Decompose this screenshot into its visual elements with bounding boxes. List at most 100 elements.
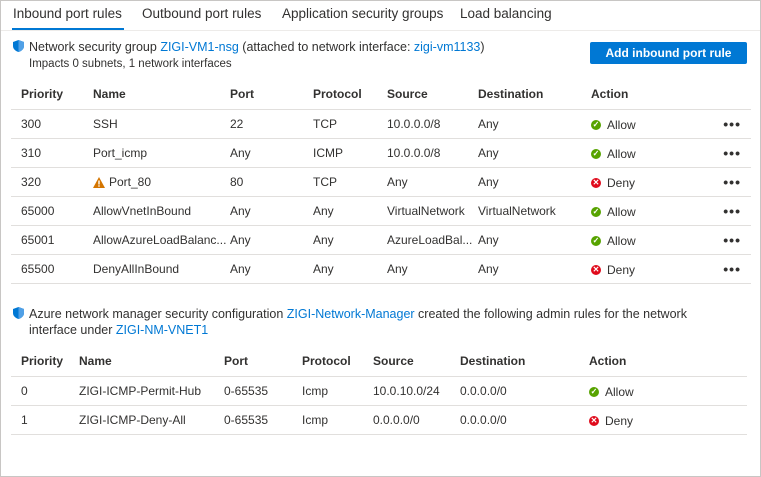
cell-protocol: TCP	[313, 109, 387, 139]
column-header-source[interactable]: Source	[387, 79, 478, 110]
cell-destination: Any	[478, 109, 591, 139]
tab-divider	[1, 30, 760, 31]
nsg-description: Network security group ZIGI-VM1-nsg (att…	[29, 40, 485, 54]
column-header-destination: Destination	[460, 354, 526, 368]
nsg-middle-text: (attached to network interface:	[238, 40, 414, 54]
cell-action: ✓ Allow	[591, 109, 691, 139]
check-circle-icon: ✓	[591, 120, 601, 130]
cell-action: ✓ Allow	[591, 225, 691, 255]
action-label: Deny	[605, 414, 634, 428]
column-header-action[interactable]: Action	[591, 79, 691, 110]
network-manager-description: Azure network manager security configura…	[29, 307, 687, 321]
vnet-link[interactable]: ZIGI-NM-VNET1	[116, 323, 208, 337]
more-options-icon[interactable]: •••	[691, 254, 751, 284]
column-header-protocol[interactable]: Protocol	[313, 79, 387, 110]
cell-action: ✕ Deny	[591, 254, 691, 284]
cell-destination: VirtualNetwork	[478, 196, 591, 226]
column-header-more	[691, 79, 751, 110]
action-label: Allow	[607, 147, 636, 161]
more-options-icon[interactable]: •••	[691, 109, 751, 139]
deny-status: ✕ Deny	[591, 176, 635, 190]
table-row[interactable]: 320 Port_80 80 TCP Any Any ✕ Deny •••	[11, 167, 751, 197]
table-row[interactable]: 310 Port_icmp Any ICMP 10.0.0.0/8 Any ✓ Allow ••…	[11, 138, 751, 168]
tab-outbound-port-rules[interactable]: Outbound port rules	[142, 6, 261, 21]
cell-action: ✕ Deny	[591, 167, 691, 197]
table-row[interactable]: 65001 AllowAzureLoadBalanc... Any Any AzureL…	[11, 225, 751, 255]
more-options-icon[interactable]: •••	[691, 196, 751, 226]
column-header-destination[interactable]: Destination	[478, 79, 591, 110]
rule-name: SSH	[93, 117, 118, 131]
action-label: Allow	[607, 118, 636, 132]
cell-priority: 65000	[11, 196, 93, 226]
deny-status: ✕ Deny	[591, 263, 635, 277]
column-header-priority[interactable]: Priority	[11, 79, 93, 110]
cell-priority: 65001	[11, 225, 93, 255]
check-circle-icon: ✓	[591, 149, 601, 159]
action-label: Deny	[607, 263, 636, 277]
table-row: 1 ZIGI-ICMP-Deny-All 0-65535 Icmp 0.0.0.0/0 0…	[11, 405, 747, 435]
rule-name: Port_icmp	[93, 146, 148, 160]
cell-name: Port_80	[93, 167, 230, 197]
tab-inbound-port-rules[interactable]: Inbound port rules	[13, 6, 122, 21]
cell-port: 0-65535	[224, 405, 302, 435]
column-header-name: Name	[79, 354, 112, 368]
rule-name: Port_80	[109, 175, 152, 189]
cell-protocol: Any	[313, 225, 387, 255]
cell-protocol: TCP	[313, 167, 387, 197]
network-manager-link[interactable]: ZIGI-Network-Manager	[287, 307, 415, 321]
column-header-port[interactable]: Port	[230, 79, 313, 110]
rule-name: DenyAllInBound	[93, 262, 180, 276]
shield-icon	[13, 40, 24, 52]
tab-load-balancing[interactable]: Load balancing	[460, 6, 552, 21]
table-row[interactable]: 300 SSH 22 TCP 10.0.0.0/8 Any ✓ Allow •••	[11, 109, 751, 139]
cell-destination: Any	[478, 138, 591, 168]
cell-destination: Any	[478, 225, 591, 255]
table-row[interactable]: 65000 AllowVnetInBound Any Any VirtualNetwor…	[11, 196, 751, 226]
cell-port: Any	[230, 196, 313, 226]
network-interface-link[interactable]: zigi-vm1133	[414, 40, 480, 54]
cell-protocol: Icmp	[302, 405, 373, 435]
tab-application-security-groups[interactable]: Application security groups	[282, 6, 443, 21]
column-header-protocol: Protocol	[302, 354, 351, 368]
shield-icon	[13, 307, 24, 319]
cell-port: 22	[230, 109, 313, 139]
inbound-rules-panel: Inbound port rules Outbound port rules A…	[0, 0, 761, 477]
cell-action: ✕ Deny	[589, 405, 747, 435]
column-header-name[interactable]: Name	[93, 79, 230, 110]
cell-priority: 0	[11, 376, 79, 406]
cell-port: Any	[230, 225, 313, 255]
check-circle-icon: ✓	[589, 387, 599, 397]
rule-name: AllowAzureLoadBalanc...	[93, 233, 227, 247]
cell-destination: Any	[478, 167, 591, 197]
tab-bar: Inbound port rules Outbound port rules A…	[1, 1, 760, 31]
cell-port: 80	[230, 167, 313, 197]
action-label: Deny	[607, 176, 636, 190]
column-header-priority: Priority	[21, 354, 64, 368]
cell-priority: 65500	[11, 254, 93, 284]
cell-port: Any	[230, 138, 313, 168]
table-header-row: Priority Name Port Protocol Source Desti…	[11, 79, 751, 110]
nm-middle-text: created the following admin rules for th…	[414, 307, 687, 321]
cell-source: VirtualNetwork	[387, 196, 478, 226]
allow-status: ✓ Allow	[591, 234, 636, 248]
more-options-icon[interactable]: •••	[691, 138, 751, 168]
cell-protocol: Any	[313, 254, 387, 284]
table-row[interactable]: 65500 DenyAllInBound Any Any Any Any ✕ Deny •••	[11, 254, 751, 284]
cell-destination: Any	[478, 254, 591, 284]
more-options-icon[interactable]: •••	[691, 167, 751, 197]
admin-rules-table: Priority Name Port Protocol Source Desti…	[11, 346, 747, 435]
action-label: Allow	[605, 385, 634, 399]
nsg-suffix-text: )	[480, 40, 485, 54]
more-options-icon[interactable]: •••	[691, 225, 751, 255]
cell-name: Port_icmp	[93, 138, 230, 168]
add-inbound-port-rule-button[interactable]: Add inbound port rule	[590, 42, 747, 64]
cell-protocol: Icmp	[302, 376, 373, 406]
cell-priority: 310	[11, 138, 93, 168]
cell-name: ZIGI-ICMP-Deny-All	[79, 405, 224, 435]
table-header-row: Priority Name Port Protocol Source Desti…	[11, 346, 747, 377]
cell-port: 0-65535	[224, 376, 302, 406]
nsg-link[interactable]: ZIGI-VM1-nsg	[160, 40, 239, 54]
cell-source: Any	[387, 254, 478, 284]
cell-priority: 1	[11, 405, 79, 435]
cell-name: DenyAllInBound	[93, 254, 230, 284]
